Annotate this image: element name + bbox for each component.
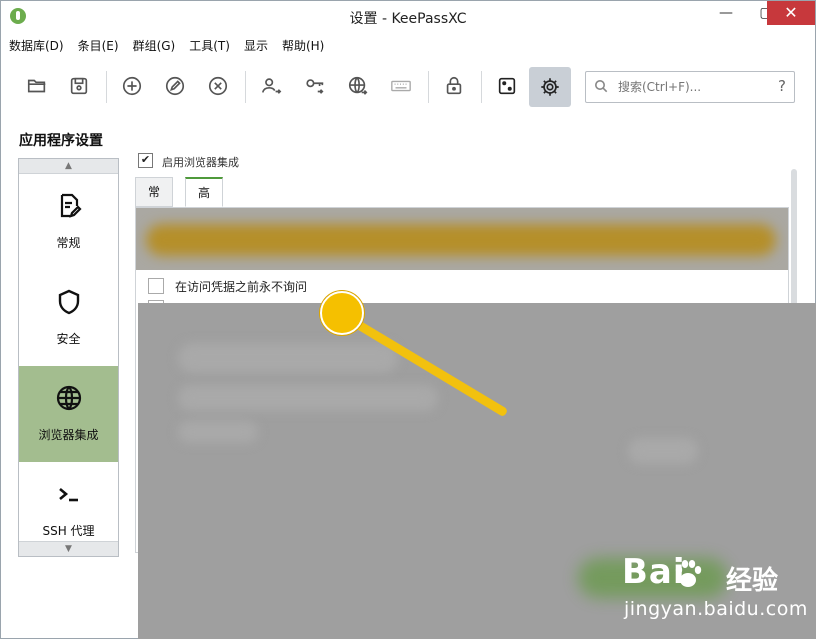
search-input[interactable] (616, 72, 770, 102)
pencil-circle-icon (165, 76, 185, 96)
page-title: 应用程序设置 (19, 133, 103, 149)
save-icon (70, 77, 88, 95)
shield-icon (58, 289, 80, 315)
copy-password-button[interactable] (298, 69, 332, 103)
settings-category-list: ▲ 常规 安全 浏览器集成 SSH 代理 ▼ (18, 158, 119, 557)
pointer-dot (320, 291, 364, 335)
globe-icon (56, 385, 82, 411)
copy-url-button[interactable] (341, 69, 375, 103)
edit-entry-button[interactable] (158, 69, 192, 103)
menu-database[interactable]: 数据库(D) (9, 37, 64, 57)
menu-bar: 数据库(D) 条目(E) 群组(G) 工具(T) 显示 帮助(H) (9, 37, 324, 57)
watermark-brand: 经验 (726, 566, 779, 596)
window-title: 设置 - KeePassXC (349, 11, 467, 27)
document-edit-icon (60, 193, 82, 218)
tab-general[interactable]: 常规 (135, 177, 174, 227)
blurred-region (136, 208, 788, 270)
menu-tools[interactable]: 工具(T) (189, 37, 230, 57)
keyboard-icon (391, 80, 411, 92)
category-ssh-agent[interactable]: SSH 代理 (19, 462, 118, 542)
user-arrow-icon (261, 78, 282, 94)
category-label: 常规 (56, 236, 81, 250)
enable-browser-integration-checkbox[interactable]: ✔ (138, 153, 153, 168)
globe-arrow-icon (348, 76, 368, 95)
enable-browser-integration-label: 启用浏览器集成 (162, 156, 239, 169)
terminal-icon (59, 488, 78, 502)
category-general[interactable]: 常规 (19, 174, 118, 270)
content-scrollbar[interactable] (791, 169, 797, 309)
blurred-highlight (146, 224, 776, 256)
toolbar-separator (428, 71, 429, 103)
category-browser-integration[interactable]: 浏览器集成 (19, 366, 118, 462)
category-label: 浏览器集成 (38, 428, 99, 442)
lock-database-button[interactable] (437, 69, 471, 103)
scroll-up-button[interactable]: ▲ (19, 159, 118, 174)
title-bar: 设置 - KeePassXC — ▢ ✕ (1, 1, 815, 32)
menu-groups[interactable]: 群组(G) (133, 37, 176, 57)
scroll-down-button[interactable]: ▼ (19, 541, 118, 556)
category-security[interactable]: 安全 (19, 270, 118, 366)
paw-icon (675, 560, 702, 587)
search-box: ? (585, 71, 795, 103)
menu-view[interactable]: 显示 (244, 37, 268, 57)
option-label: 在访问凭据之前永不询问 (175, 280, 308, 294)
menu-entries[interactable]: 条目(E) (78, 37, 119, 57)
x-circle-icon (208, 76, 228, 96)
menu-help[interactable]: 帮助(H) (282, 37, 324, 57)
add-entry-button[interactable] (115, 69, 149, 103)
password-generator-button[interactable] (490, 69, 524, 103)
auto-type-button[interactable] (384, 69, 418, 103)
settings-button[interactable] (529, 67, 571, 107)
search-help-icon[interactable]: ? (778, 77, 786, 95)
open-database-button[interactable] (20, 69, 54, 103)
blurred-text (178, 385, 438, 411)
plus-circle-icon (122, 76, 142, 96)
option-checkbox[interactable] (148, 278, 164, 294)
blurred-text (178, 421, 258, 443)
blurred-text (628, 438, 698, 464)
folder-icon (27, 79, 46, 93)
gear-icon (541, 78, 559, 96)
search-icon (595, 80, 608, 93)
baidu-jingyan-watermark: Bai 经验 jingyan.baidu.com (598, 552, 807, 632)
key-arrow-icon (306, 79, 324, 94)
delete-entry-button[interactable] (201, 69, 235, 103)
save-database-button[interactable] (62, 69, 96, 103)
toolbar-separator (106, 71, 107, 103)
dice-icon (498, 77, 516, 95)
tab-advanced[interactable]: 高级 (185, 177, 224, 228)
category-label: SSH 代理 (42, 524, 95, 538)
close-button[interactable]: ✕ (767, 1, 815, 25)
copy-username-button[interactable] (254, 69, 288, 103)
toolbar-separator (245, 71, 246, 103)
category-label: 安全 (56, 332, 81, 346)
watermark-url: jingyan.baidu.com (624, 598, 808, 620)
blurred-text (178, 343, 398, 373)
toolbar-separator (481, 71, 482, 103)
lock-icon (446, 76, 462, 95)
